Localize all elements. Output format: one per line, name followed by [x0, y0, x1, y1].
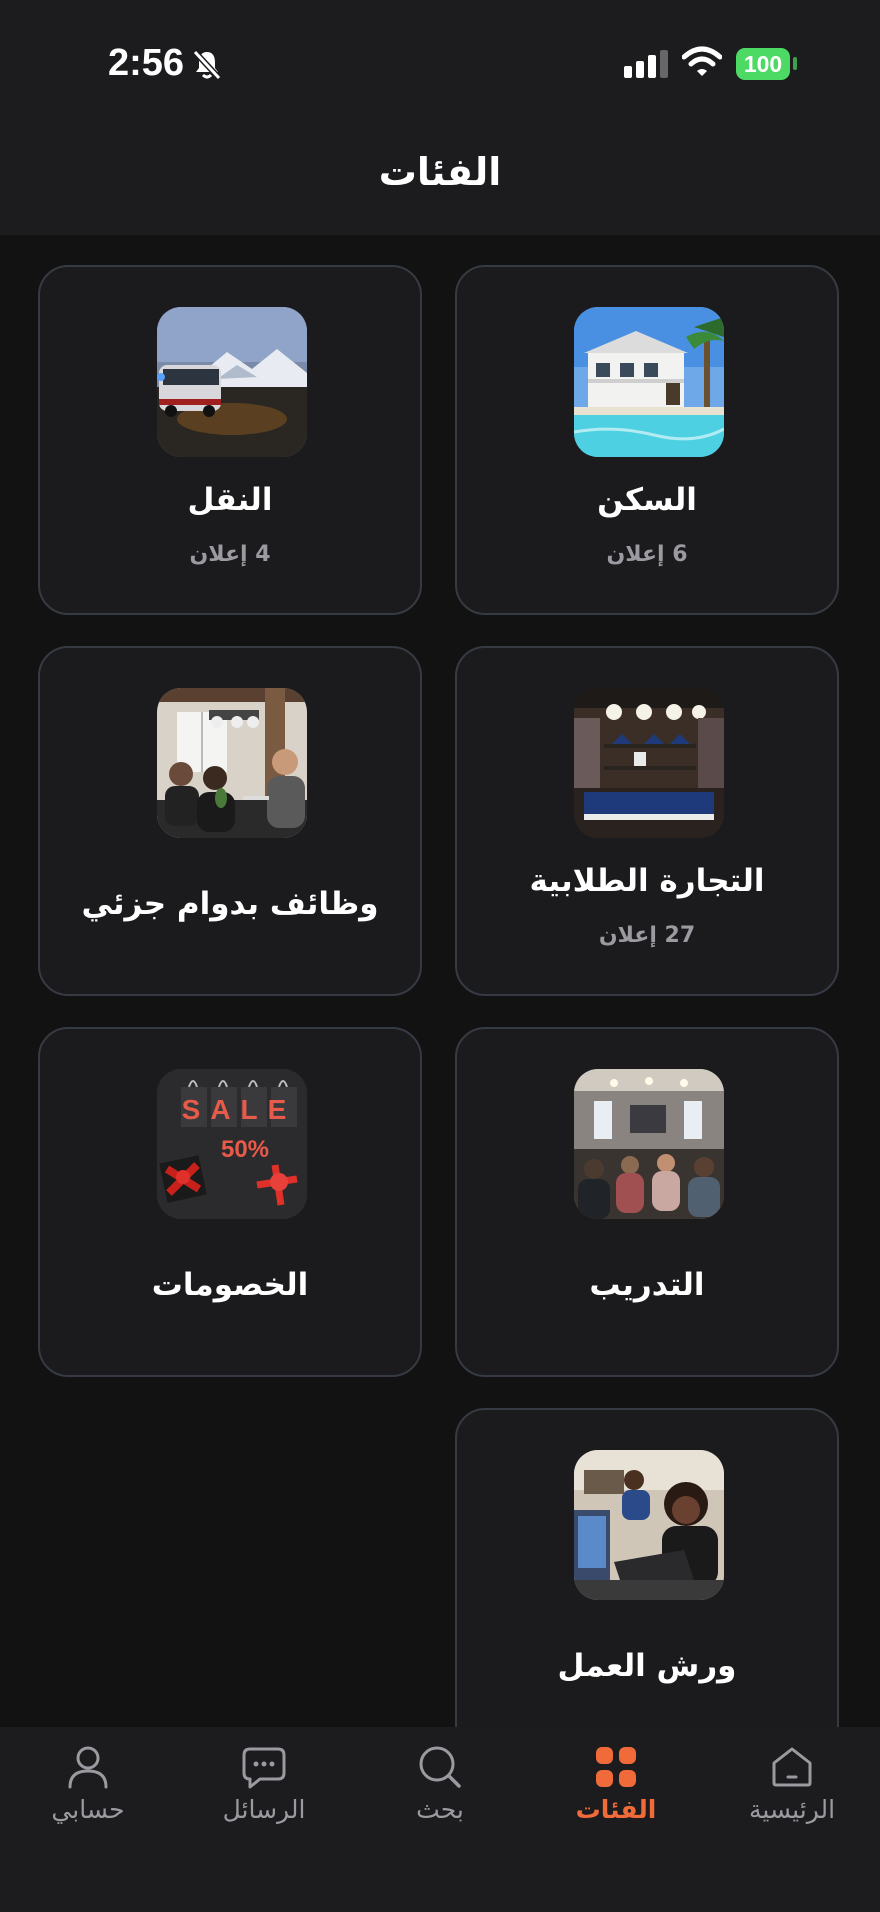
bell-muted-icon [190, 48, 224, 86]
category-card-discounts[interactable]: SALE 50% الخصومات [38, 1027, 422, 1377]
tab-search[interactable]: بحث [352, 1743, 528, 1853]
category-count: 4 إعلان [189, 542, 271, 567]
category-title: النقل [187, 482, 273, 518]
tab-messages[interactable]: الرسائل [176, 1743, 352, 1853]
category-card-student-commerce[interactable]: التجارة الطلابية 27 إعلان [455, 646, 839, 996]
percent-image-text: 50% [221, 1136, 269, 1163]
category-title: وظائف بدوام جزئي [81, 886, 379, 922]
category-count: 6 إعلان [606, 542, 688, 567]
tab-categories[interactable]: الفئات [528, 1743, 704, 1853]
tab-label: الفئات [575, 1795, 657, 1824]
category-card-part-time-jobs[interactable]: وظائف بدوام جزئي [38, 646, 422, 996]
home-icon [772, 1747, 812, 1787]
grid-icon [596, 1747, 636, 1787]
tab-account[interactable]: حسابي [0, 1743, 176, 1853]
category-card-transport[interactable]: النقل 4 إعلان [38, 265, 422, 615]
status-bar: 2:56 100 [0, 0, 880, 120]
category-card-housing[interactable]: السكن 6 إعلان [455, 265, 839, 615]
category-title: الخصومات [151, 1267, 309, 1303]
category-grid: السكن 6 إعلان النقل 4 إعلان التجارة الطل… [0, 235, 880, 1727]
category-title: السكن [597, 482, 697, 518]
part-time-jobs-image [157, 688, 307, 838]
page-title: الفئات [378, 150, 502, 194]
tab-label: حسابي [51, 1795, 125, 1824]
user-icon [68, 1746, 108, 1789]
status-time: 2:56 [108, 42, 185, 84]
search-icon [419, 1746, 461, 1788]
tab-label: الرسائل [222, 1795, 306, 1824]
category-card-training[interactable]: التدريب [455, 1027, 839, 1377]
housing-image [574, 307, 724, 457]
training-image [574, 1069, 724, 1219]
category-title: التدريب [589, 1267, 705, 1303]
tab-home[interactable]: الرئيسية [704, 1743, 880, 1853]
chat-icon [242, 1747, 286, 1789]
battery-indicator: 100 [736, 48, 790, 80]
workshops-image [574, 1450, 724, 1600]
discounts-image: SALE 50% [157, 1069, 307, 1219]
category-card-workshops[interactable]: ورش العمل [455, 1408, 839, 1727]
category-count: 27 إعلان [598, 923, 696, 948]
wifi-icon [681, 46, 723, 82]
sale-image-text: SALE [182, 1094, 297, 1125]
tab-label: الرئيسية [748, 1795, 836, 1824]
category-title: ورش العمل [557, 1648, 737, 1684]
battery-cap [793, 57, 797, 70]
student-commerce-image [574, 688, 724, 838]
transport-image [157, 307, 307, 457]
category-title: التجارة الطلابية [529, 863, 765, 899]
bottom-tab-bar: الرئيسية الفئات بحث الرسائل حسابي [0, 1727, 880, 1912]
tab-label: بحث [416, 1795, 464, 1824]
navigation-header: الفئات [0, 120, 880, 235]
cellular-signal-icon [624, 50, 670, 82]
